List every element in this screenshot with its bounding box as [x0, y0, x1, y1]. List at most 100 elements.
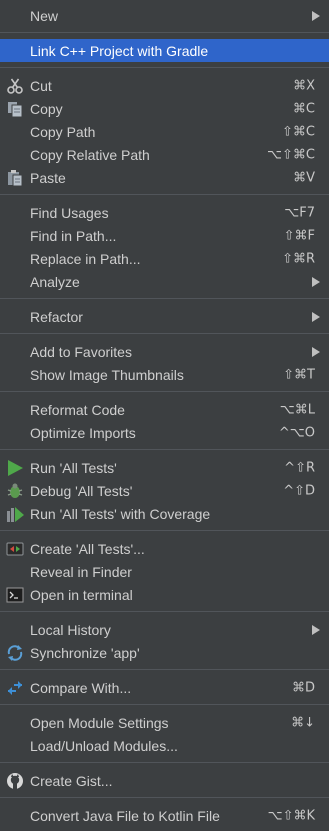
menu-item-reformat-code[interactable]: Reformat Code ⌥⌘L	[0, 398, 329, 421]
menu-item-compare-with[interactable]: Compare With... ⌘D	[0, 676, 329, 699]
shortcut-label: ⇧⌘C	[282, 124, 315, 139]
debug-bug-icon	[6, 482, 24, 500]
menu-item-label: Run 'All Tests' with Coverage	[30, 505, 211, 522]
menu-item-label: Show Image Thumbnails	[30, 366, 184, 383]
menu-item-label: Open in terminal	[30, 586, 133, 603]
shortcut-label: ^⇧D	[283, 483, 315, 498]
separator	[0, 449, 329, 450]
menu-item-add-to-favorites[interactable]: Add to Favorites	[0, 340, 329, 363]
submenu-arrow-icon	[312, 10, 320, 21]
shortcut-label: ⌘↓	[291, 715, 315, 730]
menu-item-run-with-coverage[interactable]: Run 'All Tests' with Coverage	[0, 502, 329, 525]
shortcut-label: ⌘V	[293, 170, 315, 185]
separator	[0, 669, 329, 670]
menu-item-reveal-in-finder[interactable]: Reveal in Finder	[0, 560, 329, 583]
menu-item-label: Reformat Code	[30, 401, 125, 418]
shortcut-label: ⌥⇧⌘C	[267, 147, 315, 162]
menu-item-label: Copy	[30, 100, 63, 117]
separator	[0, 67, 329, 68]
separator	[0, 704, 329, 705]
menu-item-replace-in-path[interactable]: Replace in Path... ⇧⌘R	[0, 247, 329, 270]
create-test-icon	[6, 540, 24, 558]
context-menu: New Link C++ Project with Gradle Cut ⌘X	[0, 0, 329, 831]
menu-item-label: Reveal in Finder	[30, 563, 132, 580]
menu-item-label: Synchronize 'app'	[30, 644, 140, 661]
shortcut-label: ⌥F7	[284, 205, 315, 220]
menu-item-debug-all-tests[interactable]: Debug 'All Tests' ^⇧D	[0, 479, 329, 502]
submenu-arrow-icon	[312, 346, 320, 357]
scissors-icon	[6, 77, 24, 95]
menu-item-create-all-tests[interactable]: Create 'All Tests'...	[0, 537, 329, 560]
copy-icon	[6, 100, 24, 118]
clipboard-icon	[6, 169, 24, 187]
compare-arrows-icon	[6, 679, 24, 697]
menu-item-copy-relative-path[interactable]: Copy Relative Path ⌥⇧⌘C	[0, 143, 329, 166]
submenu-arrow-icon	[312, 624, 320, 635]
shortcut-label: ⌘X	[293, 78, 315, 93]
github-icon	[6, 772, 24, 790]
menu-item-create-gist[interactable]: Create Gist...	[0, 769, 329, 792]
shortcut-label: ⌘C	[292, 101, 315, 116]
shortcut-label: ^⌥O	[278, 425, 315, 440]
menu-item-find-usages[interactable]: Find Usages ⌥F7	[0, 201, 329, 224]
menu-item-paste[interactable]: Paste ⌘V	[0, 166, 329, 189]
shortcut-label: ⌘D	[291, 680, 315, 695]
menu-item-analyze[interactable]: Analyze	[0, 270, 329, 293]
coverage-icon	[6, 505, 24, 523]
shortcut-label: ⌥⇧⌘K	[267, 808, 315, 823]
menu-item-convert-java-to-kotlin[interactable]: Convert Java File to Kotlin File ⌥⇧⌘K	[0, 804, 329, 827]
submenu-arrow-icon	[312, 311, 320, 322]
menu-item-label: Create Gist...	[30, 772, 113, 789]
menu-item-label: Refactor	[30, 308, 83, 325]
menu-item-label: Optimize Imports	[30, 424, 136, 441]
separator	[0, 194, 329, 195]
terminal-icon	[6, 586, 24, 604]
menu-item-label: Copy Path	[30, 123, 96, 140]
menu-item-label: Create 'All Tests'...	[30, 540, 145, 557]
menu-item-label: Add to Favorites	[30, 343, 132, 360]
menu-item-refactor[interactable]: Refactor	[0, 305, 329, 328]
menu-item-optimize-imports[interactable]: Optimize Imports ^⌥O	[0, 421, 329, 444]
menu-item-label: Link C++ Project with Gradle	[30, 42, 209, 59]
separator	[0, 611, 329, 612]
menu-item-label: Find Usages	[30, 204, 109, 221]
menu-item-run-all-tests[interactable]: Run 'All Tests' ^⇧R	[0, 456, 329, 479]
menu-item-cut[interactable]: Cut ⌘X	[0, 74, 329, 97]
menu-item-local-history[interactable]: Local History	[0, 618, 329, 641]
menu-item-load-unload-modules[interactable]: Load/Unload Modules...	[0, 734, 329, 757]
menu-item-copy[interactable]: Copy ⌘C	[0, 97, 329, 120]
separator	[0, 298, 329, 299]
menu-item-new[interactable]: New	[0, 4, 329, 27]
menu-item-label: Replace in Path...	[30, 250, 141, 267]
menu-item-label: Debug 'All Tests'	[30, 482, 133, 499]
menu-item-label: New	[30, 7, 59, 24]
separator	[0, 762, 329, 763]
menu-item-label: Run 'All Tests'	[30, 459, 117, 476]
shortcut-label: ⇧⌘F	[283, 228, 315, 243]
menu-item-open-module-settings[interactable]: Open Module Settings ⌘↓	[0, 711, 329, 734]
menu-item-copy-path[interactable]: Copy Path ⇧⌘C	[0, 120, 329, 143]
menu-item-link-cpp-project[interactable]: Link C++ Project with Gradle	[0, 39, 329, 62]
menu-item-label: Analyze	[30, 273, 80, 290]
run-icon	[6, 459, 24, 477]
menu-item-find-in-path[interactable]: Find in Path... ⇧⌘F	[0, 224, 329, 247]
menu-item-synchronize[interactable]: Synchronize 'app'	[0, 641, 329, 664]
menu-item-label: Paste	[30, 169, 66, 186]
separator	[0, 333, 329, 334]
menu-item-label: Copy Relative Path	[30, 146, 150, 163]
separator	[0, 391, 329, 392]
menu-item-label: Cut	[30, 77, 52, 94]
shortcut-label: ⇧⌘T	[283, 367, 315, 382]
submenu-arrow-icon	[312, 276, 320, 287]
menu-item-show-image-thumbnails[interactable]: Show Image Thumbnails ⇧⌘T	[0, 363, 329, 386]
shortcut-label: ⌥⌘L	[279, 402, 315, 417]
separator	[0, 32, 329, 33]
shortcut-label: ⇧⌘R	[282, 251, 315, 266]
separator	[0, 530, 329, 531]
sync-icon	[6, 644, 24, 662]
menu-item-open-in-terminal[interactable]: Open in terminal	[0, 583, 329, 606]
menu-item-label: Load/Unload Modules...	[30, 737, 178, 754]
menu-item-label: Find in Path...	[30, 227, 117, 244]
menu-item-label: Open Module Settings	[30, 714, 169, 731]
menu-item-label: Convert Java File to Kotlin File	[30, 807, 220, 824]
